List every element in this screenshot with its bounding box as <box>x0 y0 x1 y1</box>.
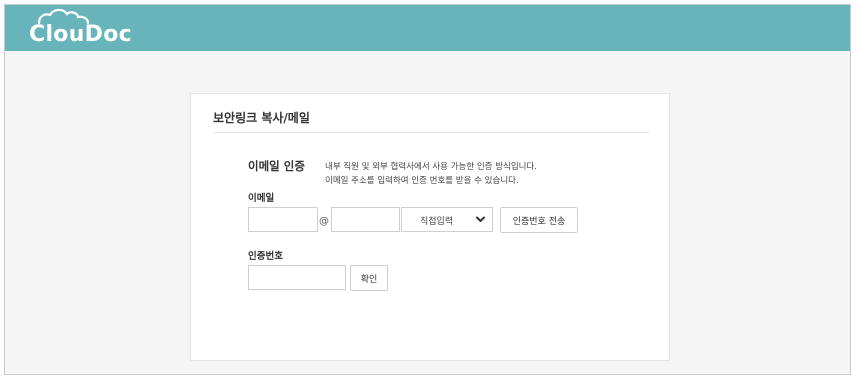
description-line: 이메일 주소를 입력하여 인증 번호를 받을 수 있습니다. <box>325 176 519 186</box>
secure-link-card: 보안링크 복사/메일 이메일 인증 내부 직원 및 외부 협력사에서 사용 가능… <box>190 93 670 361</box>
description: 내부 직원 및 외부 협력사에서 사용 가능한 인증 방식입니다. 이메일 주소… <box>325 160 537 188</box>
description-line: 내부 직원 및 외부 협력사에서 사용 가능한 인증 방식입니다. <box>325 162 537 172</box>
card-divider <box>213 132 649 133</box>
chevron-down-icon <box>476 216 485 222</box>
confirm-button[interactable]: 확인 <box>350 265 388 291</box>
app-frame: ClouDoc 보안링크 복사/메일 이메일 인증 내부 직원 및 외부 협력사… <box>4 4 851 375</box>
email-local-input[interactable] <box>248 207 318 232</box>
header-bar: ClouDoc <box>5 5 850 51</box>
code-label: 인증번호 <box>248 251 283 262</box>
code-input[interactable] <box>248 265 346 290</box>
card-title: 보안링크 복사/메일 <box>213 111 310 125</box>
email-domain-input[interactable] <box>331 207 400 232</box>
logo-text[interactable]: ClouDoc <box>29 22 132 47</box>
domain-select-value: 직접입력 <box>420 217 454 227</box>
send-code-button[interactable]: 인증번호 전송 <box>500 207 578 233</box>
domain-select[interactable]: 직접입력 <box>401 207 493 232</box>
email-label: 이메일 <box>248 193 275 204</box>
at-symbol: @ <box>319 216 329 227</box>
section-title: 이메일 인증 <box>248 159 305 173</box>
